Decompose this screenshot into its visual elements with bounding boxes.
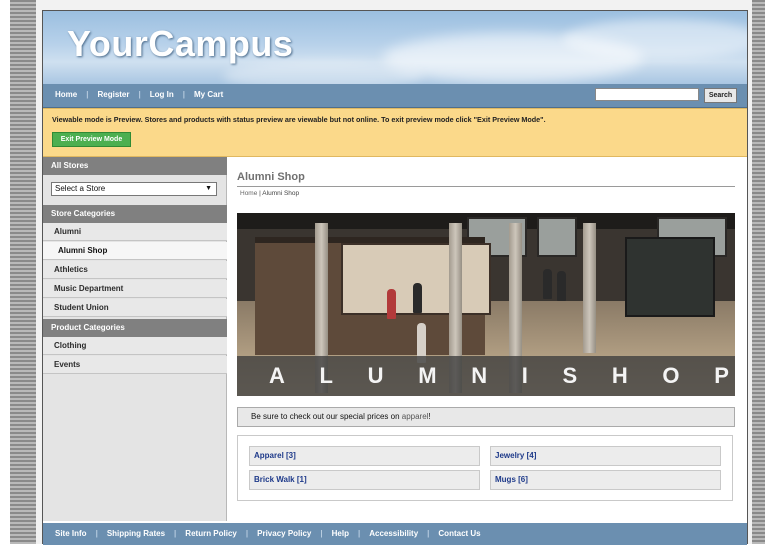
footer-shipping-rates-link[interactable]: Shipping Rates	[107, 529, 165, 538]
store-select-value: Select a Store	[55, 184, 106, 193]
category-jewelry-link[interactable]: Jewelry [4]	[490, 446, 721, 466]
hero-caption-letter: S	[562, 363, 578, 388]
category-brick-walk-link[interactable]: Brick Walk [1]	[249, 470, 480, 490]
top-navigation: Home | Register | Log In | My Cart Search	[43, 84, 747, 108]
banner-cloud	[563, 19, 747, 59]
footer-return-policy-link[interactable]: Return Policy	[185, 529, 237, 538]
hero-person	[387, 289, 396, 319]
footer-accessibility-link[interactable]: Accessibility	[369, 529, 418, 538]
hero-caption-letter: N	[471, 363, 488, 388]
hero-window	[537, 217, 577, 257]
site-logo[interactable]: YourCampus	[67, 23, 293, 65]
sidebar-item-alumni[interactable]: Alumni	[43, 223, 227, 241]
hero-caption-letter: A	[269, 363, 285, 388]
hero-caption-letter: M	[418, 363, 437, 388]
footer-separator: |	[95, 529, 98, 538]
product-categories-heading: Product Categories	[43, 319, 227, 337]
hero-doorway	[625, 237, 715, 317]
hero-caption-letter: H	[611, 363, 628, 388]
sidebar-item-athletics[interactable]: Athletics	[43, 261, 227, 279]
sidebar-item-events[interactable]: Events	[43, 356, 227, 374]
hero-pillar	[583, 223, 596, 353]
promo-apparel-link[interactable]: apparel	[402, 412, 429, 421]
hero-person	[543, 269, 552, 299]
footer-links: Site Info | Shipping Rates | Return Policy | P…	[55, 529, 481, 538]
search-button[interactable]: Search	[704, 88, 737, 103]
breadcrumb: Home | Alumni Shop	[240, 190, 299, 197]
store-hero-image: A L U M N I S H O P	[237, 213, 735, 396]
footer-separator: |	[320, 529, 323, 538]
hero-caption-letter: I	[521, 363, 528, 388]
page-title: Alumni Shop	[237, 171, 305, 183]
search-input[interactable]	[595, 88, 699, 101]
sidebar-item-music-department[interactable]: Music Department	[43, 280, 227, 298]
footer-separator: |	[174, 529, 177, 538]
hero-caption-letter: P	[714, 363, 729, 388]
all-stores-heading: All Stores	[43, 157, 227, 175]
store-categories-heading: Store Categories	[43, 205, 227, 223]
category-list: Apparel [3] Jewelry [4] Brick Walk [1] M…	[237, 435, 733, 501]
hero-caption-letter: O	[662, 363, 680, 388]
store-select-dropdown[interactable]: Select a Store ▼	[51, 182, 217, 196]
footer-site-info-link[interactable]: Site Info	[55, 529, 87, 538]
exit-preview-button[interactable]: Exit Preview Mode	[52, 132, 131, 147]
hero-person	[413, 283, 422, 313]
hero-caption-letter: L	[319, 363, 333, 388]
promo-suffix: !	[428, 412, 431, 421]
category-mugs-link[interactable]: Mugs [6]	[490, 470, 721, 490]
site-container: YourCampus Home | Register | Log In | My Cart …	[42, 10, 748, 545]
footer-navigation: Site Info | Shipping Rates | Return Policy | P…	[43, 523, 747, 545]
footer-separator: |	[245, 529, 249, 538]
footer-separator: |	[427, 529, 430, 538]
page-left-border	[10, 0, 36, 544]
breadcrumb-current: Alumni Shop	[262, 190, 300, 197]
sidebar: All Stores Select a Store ▼ Store Catego…	[43, 157, 227, 521]
nav-separator: |	[138, 90, 141, 99]
hero-person	[557, 271, 566, 301]
footer-separator: |	[357, 529, 361, 538]
sidebar-item-student-union[interactable]: Student Union	[43, 299, 227, 317]
nav-login-link[interactable]: Log In	[150, 90, 174, 99]
nav-separator: |	[182, 90, 185, 99]
nav-links: Home | Register | Log In | My Cart	[55, 90, 223, 99]
preview-notice: Viewable mode is Preview. Stores and pro…	[43, 108, 747, 157]
promo-banner: Be sure to check out our special prices …	[237, 407, 735, 427]
category-apparel-link[interactable]: Apparel [3]	[249, 446, 480, 466]
header-banner: YourCampus	[43, 11, 747, 84]
nav-separator: |	[86, 90, 89, 99]
nav-home-link[interactable]: Home	[55, 90, 77, 99]
sidebar-item-alumni-shop[interactable]: Alumni Shop	[43, 242, 227, 260]
promo-text: Be sure to check out our special prices …	[251, 412, 402, 421]
sidebar-item-clothing[interactable]: Clothing	[43, 337, 227, 355]
nav-cart-link[interactable]: My Cart	[194, 90, 223, 99]
breadcrumb-home-link[interactable]: Home	[240, 190, 257, 197]
chevron-down-icon: ▼	[205, 185, 212, 192]
footer-contact-us-link[interactable]: Contact Us	[438, 529, 480, 538]
footer-privacy-policy-link[interactable]: Privacy Policy	[257, 529, 311, 538]
preview-message: Viewable mode is Preview. Stores and pro…	[52, 115, 546, 124]
title-divider	[237, 186, 735, 187]
nav-register-link[interactable]: Register	[97, 90, 129, 99]
footer-help-link[interactable]: Help	[332, 529, 349, 538]
hero-caption: A L U M N I S H O P	[269, 363, 729, 389]
hero-caption-letter: U	[367, 363, 384, 388]
page-right-border	[752, 0, 765, 544]
